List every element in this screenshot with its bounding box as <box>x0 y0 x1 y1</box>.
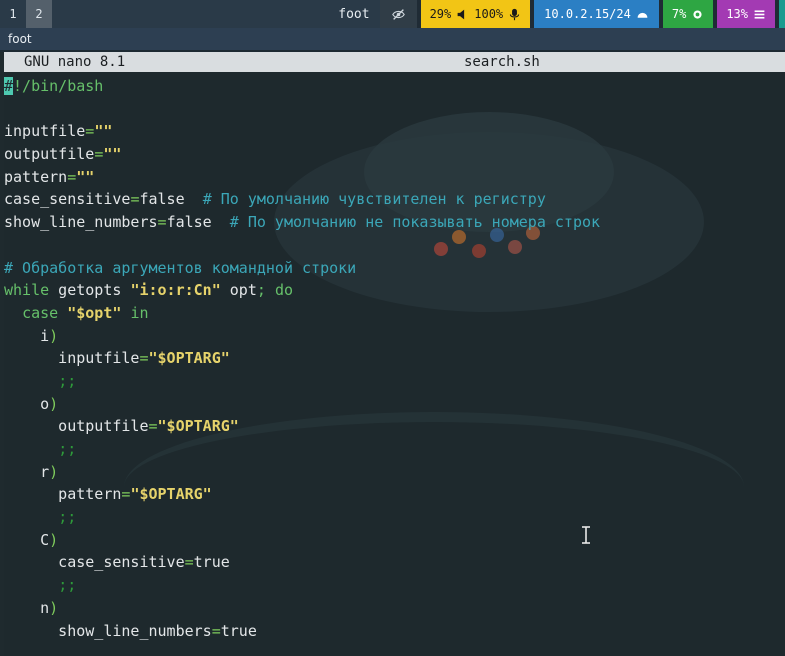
code-line[interactable] <box>4 234 600 257</box>
code-line[interactable]: i) <box>4 325 600 348</box>
memory-module[interactable]: 13% <box>717 0 775 28</box>
eye-slash-icon <box>391 8 405 20</box>
battery-value: 29% <box>429 7 452 21</box>
ip-address: 10.0.2.15/24 <box>544 7 631 21</box>
nano-version: GNU nano 8.1 <box>24 54 126 70</box>
focused-window-title: foot <box>338 6 370 22</box>
code-line[interactable]: case_sensitive=false # По умолчанию чувс… <box>4 188 600 211</box>
nano-header: GNU nano 8.1 search.sh <box>4 52 785 72</box>
extra-module[interactable] <box>779 0 785 28</box>
workspace-1[interactable]: 1 <box>0 0 26 28</box>
code-line[interactable]: inputfile="" <box>4 120 600 143</box>
code-line[interactable]: pattern="$OPTARG" <box>4 483 600 506</box>
speaker-icon <box>457 9 465 19</box>
editor-area[interactable]: #!/bin/bash inputfile="" outputfile="" pat… <box>4 72 785 656</box>
memory-value: 13% <box>726 7 748 21</box>
text-cursor-icon <box>582 526 590 544</box>
code-content[interactable]: #!/bin/bash inputfile="" outputfile="" pat… <box>4 75 600 642</box>
code-line[interactable]: #!/bin/bash <box>4 75 600 98</box>
window-title-bar[interactable]: foot <box>0 28 785 50</box>
code-line[interactable]: show_line_numbers=false # По умолчанию н… <box>4 211 600 234</box>
code-line[interactable]: n) <box>4 597 600 620</box>
code-line[interactable]: case_sensitive=true <box>4 551 600 574</box>
code-line[interactable]: outputfile="$OPTARG" <box>4 415 600 438</box>
bar-spacer <box>52 0 328 28</box>
menu-icon <box>754 9 765 19</box>
code-line[interactable]: # Обработка аргументов командной строки <box>4 257 600 280</box>
code-line[interactable]: pattern="" <box>4 166 600 189</box>
idle-inhibitor[interactable] <box>379 0 417 28</box>
workspace-2[interactable]: 2 <box>26 0 52 28</box>
audio-module[interactable]: 29% 100% <box>420 0 531 28</box>
code-line[interactable]: inputfile="$OPTARG" <box>4 347 600 370</box>
code-line[interactable]: r) <box>4 461 600 484</box>
code-line[interactable]: while getopts "i:o:r:Cn" opt; do <box>4 279 600 302</box>
cpu-icon <box>693 9 702 19</box>
top-bar: 1 2 foot 29% 100% 10.0.2.15/24 7% 13% <box>0 0 785 28</box>
window-title: foot <box>8 32 32 46</box>
nano-filename: search.sh <box>464 54 540 70</box>
code-line[interactable]: show_line_numbers=true <box>4 620 600 643</box>
code-line[interactable]: ;; <box>4 438 600 461</box>
code-line[interactable]: ;; <box>4 574 600 597</box>
code-line[interactable]: ;; <box>4 506 600 529</box>
code-line[interactable]: ;; <box>4 370 600 393</box>
code-line[interactable]: o) <box>4 393 600 416</box>
code-line[interactable] <box>4 98 600 121</box>
microphone-icon <box>510 8 520 20</box>
cpu-value: 7% <box>671 7 687 21</box>
code-line[interactable]: case "$opt" in <box>4 302 600 325</box>
cpu-module[interactable]: 7% <box>662 0 714 28</box>
code-line[interactable]: C) <box>4 529 600 552</box>
network-module[interactable]: 10.0.2.15/24 <box>534 0 659 28</box>
volume-value: 100% <box>474 7 504 21</box>
wifi-icon <box>637 12 648 18</box>
code-line[interactable]: outputfile="" <box>4 143 600 166</box>
